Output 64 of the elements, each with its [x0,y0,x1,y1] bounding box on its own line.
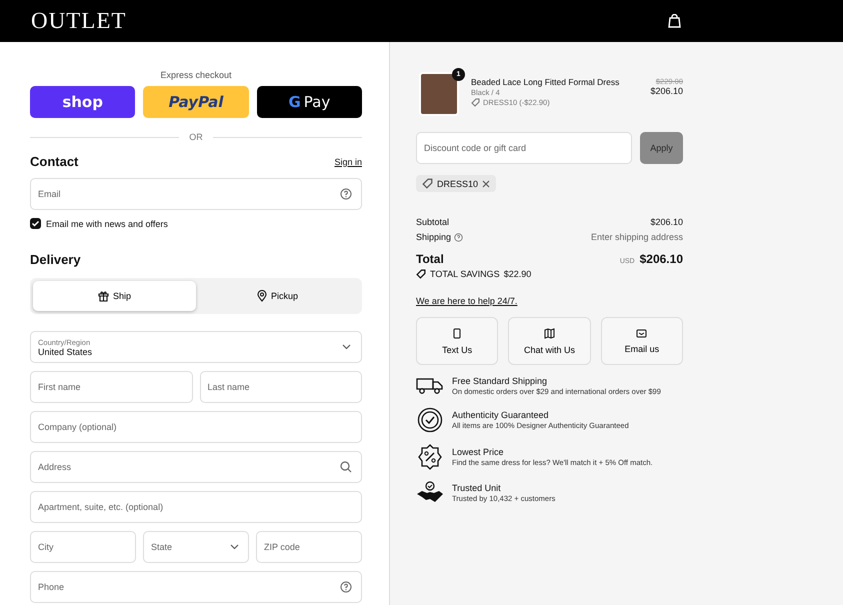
tag-icon [422,178,433,189]
contact-heading: Contact [30,154,78,169]
text-field[interactable]: ZIP code [256,531,362,563]
gift-box-icon [98,290,109,302]
subtotal-value: $206.10 [650,217,683,227]
sign-in-link[interactable]: Sign in [334,156,362,166]
map-icon [544,328,555,338]
perk-title: Free Standard Shipping [452,376,548,386]
total-savings-label: TOTAL SAVINGS [430,269,500,279]
shopping-bag-icon[interactable] [668,14,681,28]
text-field[interactable]: Apartment, suite, etc. (optional) [30,491,362,523]
chat-button[interactable]: Chat with Us [508,317,591,365]
perk-title: Lowest Price [452,447,505,457]
help-icon[interactable] [454,232,464,242]
text-field[interactable]: City [30,531,136,563]
help-icon[interactable] [340,581,352,593]
discount-code: DRESS10 [437,178,478,188]
text-field[interactable]: Phone [30,571,362,603]
discount-code-field[interactable]: Discount code or gift card [416,132,632,164]
help-icon[interactable] [340,188,352,200]
subtotal-label: Subtotal [416,217,450,227]
shipping-value: Enter shipping address [590,232,683,242]
paypal-button[interactable]: PayPal [143,86,249,118]
remove-icon[interactable] [482,180,490,188]
delivery-heading: Delivery [30,252,82,267]
help-link[interactable]: We are here to help 24/7. [416,296,683,306]
total-savings-value: $22.90 [504,269,532,279]
google-pay-button[interactable]: G Pay [256,86,362,118]
text-field[interactable]: Company (optional) [30,411,362,443]
text-field[interactable]: Last name [200,371,362,403]
truck-icon [416,377,444,395]
text-field[interactable]: Address [30,451,362,483]
newsletter-label: Email me with news and offers [46,218,168,228]
perk-title: Authenticity Guaranteed [452,410,550,420]
shop-pay-button[interactable]: shop [30,86,136,118]
ship-tab[interactable]: Ship [33,281,196,311]
phone-icon [453,328,462,338]
email-field[interactable]: Email [30,178,362,210]
state-select[interactable]: State [143,531,249,563]
newsletter-checkbox[interactable] [30,218,41,229]
mail-icon [636,328,648,338]
tag-icon [471,98,480,107]
total-label: Total [416,252,444,266]
location-pin-icon [256,290,267,302]
total-value: $206.10 [640,252,683,266]
caret-icon [342,344,351,350]
express-checkout-label: Express checkout [159,70,233,80]
search-icon [340,461,352,473]
text-field[interactable]: First name [30,371,192,403]
shipping-label: Shipping [416,232,452,242]
caret-icon [230,544,239,550]
check-badge-icon [416,407,444,433]
or-divider-text: OR [189,132,203,142]
email-button[interactable]: Email us [600,317,683,365]
text-us-button[interactable]: Text Us [416,317,498,365]
perk-title: Trusted Unit [452,483,502,493]
tag-icon [416,269,426,279]
handshake-icon [416,481,444,505]
pickup-tab[interactable]: Pickup [196,281,359,311]
product-price: $206.10 [650,86,683,96]
store-logo[interactable]: OUTLET [31,8,126,34]
product-name: Beaded Lace Long Fitted Formal Dress [471,77,620,87]
percent-badge-icon [416,444,444,470]
dress-photo-placeholder [419,72,459,116]
